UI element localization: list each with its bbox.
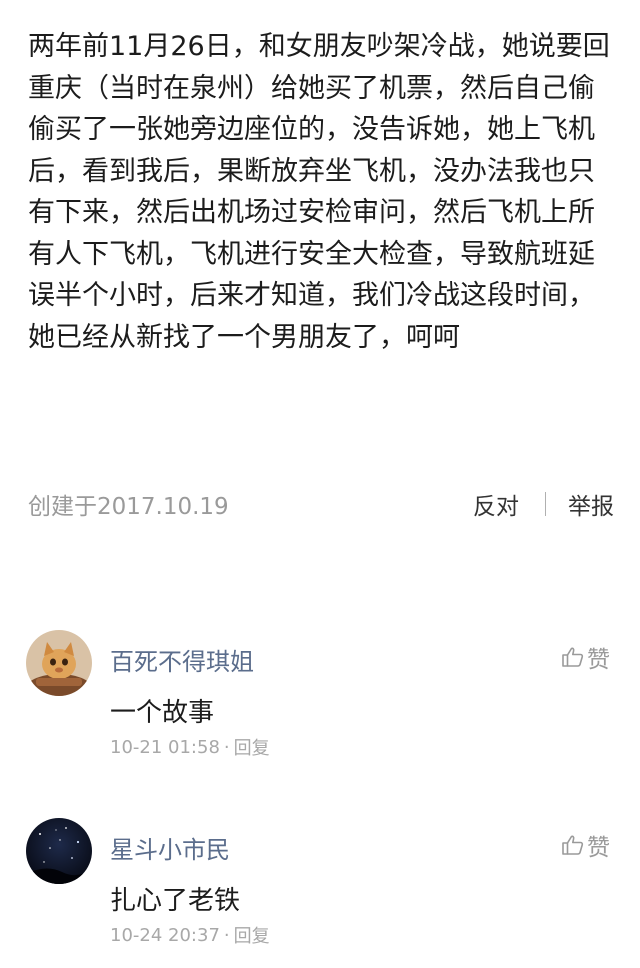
comment-time: 10-21 01:58 — [110, 736, 220, 758]
like-button[interactable]: 赞 — [561, 640, 610, 674]
comment-meta: 10-21 01:58 · 回复 — [110, 734, 270, 760]
answer-meta-bar: 创建于2017.10.19 反对 举报 — [28, 486, 614, 522]
comment-username[interactable]: 百死不得琪姐 — [110, 642, 254, 677]
reply-button[interactable]: 回复 — [234, 922, 270, 948]
comment-item: 星斗小市民 赞 扎心了老铁 10-24 20:37 · 回复 — [0, 818, 640, 968]
answer-body: 两年前11月26日，和女朋友吵架冷战，她说要回重庆（当时在泉州）给她买了机票，然… — [28, 31, 610, 353]
comment-text: 扎心了老铁 — [110, 886, 241, 916]
comment-item: 百死不得琪姐 赞 一个故事 10-21 01:58 · 回复 — [0, 630, 640, 780]
comment-username[interactable]: 星斗小市民 — [110, 830, 230, 865]
reply-button[interactable]: 回复 — [234, 734, 270, 760]
like-label: 赞 — [587, 647, 610, 673]
thumbs-up-icon — [562, 835, 584, 855]
comment-text: 一个故事 — [110, 698, 215, 728]
thumbs-up-icon — [562, 647, 584, 667]
oppose-button[interactable]: 反对 — [473, 487, 519, 521]
report-button[interactable]: 举报 — [568, 487, 614, 521]
user-avatar[interactable] — [26, 630, 92, 696]
divider — [545, 492, 546, 516]
night-sky-avatar-icon — [26, 818, 92, 884]
comment-meta: 10-24 20:37 · 回复 — [110, 922, 270, 948]
cat-avatar-icon — [26, 630, 92, 696]
created-date: 创建于2017.10.19 — [28, 494, 229, 520]
like-button[interactable]: 赞 — [561, 828, 610, 862]
user-avatar[interactable] — [26, 818, 92, 884]
meta-separator: · — [223, 924, 230, 946]
like-label: 赞 — [587, 835, 610, 861]
meta-separator: · — [223, 736, 230, 758]
comment-time: 10-24 20:37 — [110, 924, 220, 946]
